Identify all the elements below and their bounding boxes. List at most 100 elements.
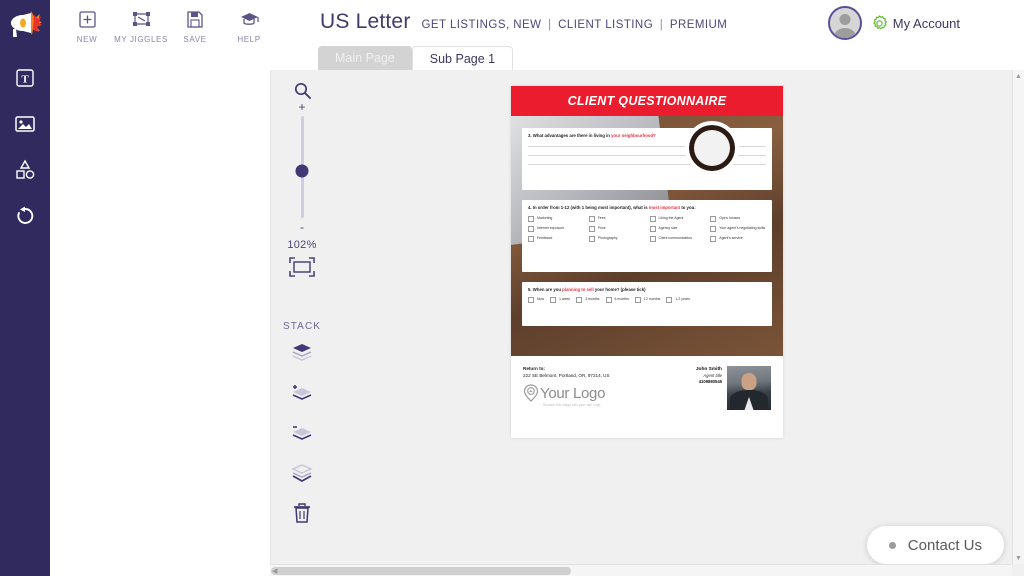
checkbox-label: Price bbox=[597, 226, 606, 231]
checkbox[interactable] bbox=[634, 297, 641, 304]
checkbox-label: Agency size bbox=[658, 226, 678, 231]
transform-icon bbox=[132, 8, 151, 30]
delete-button[interactable] bbox=[290, 502, 314, 524]
checkbox-item[interactable]: 3 months bbox=[576, 297, 600, 304]
account-label: My Account bbox=[892, 15, 960, 31]
undo-arrow-icon bbox=[17, 206, 34, 224]
checkbox[interactable] bbox=[588, 236, 595, 243]
checkbox[interactable] bbox=[588, 226, 595, 233]
checkbox-item[interactable]: Price bbox=[588, 226, 645, 233]
checkbox[interactable] bbox=[710, 236, 717, 243]
checkbox-item[interactable]: 6 months bbox=[605, 297, 629, 304]
breadcrumb-item-get-listings[interactable]: GET LISTINGS, NEW bbox=[422, 19, 542, 31]
bring-forward-button[interactable] bbox=[290, 382, 314, 404]
breadcrumb-separator: | bbox=[659, 19, 664, 31]
checkbox[interactable] bbox=[649, 216, 656, 223]
send-backward-button[interactable] bbox=[290, 422, 314, 444]
my-jiggles-button[interactable]: MY JIGGLES bbox=[114, 4, 168, 44]
question-3-card[interactable]: 3. What advantages are there in living i… bbox=[522, 128, 772, 190]
tab-sub-page-1[interactable]: Sub Page 1 bbox=[411, 46, 514, 70]
checkbox-label: 6 months bbox=[614, 297, 629, 302]
question-3-highlight: your neighbourhood? bbox=[611, 133, 656, 138]
save-button[interactable]: SAVE bbox=[168, 4, 222, 44]
scroll-up-arrow-icon[interactable]: ▲ bbox=[1013, 70, 1024, 82]
checkbox-item[interactable]: Agency size bbox=[649, 226, 706, 233]
zoom-out-button[interactable]: - bbox=[278, 221, 326, 233]
plus-square-icon bbox=[78, 8, 96, 30]
contact-us-label: Contact Us bbox=[907, 536, 982, 554]
horizontal-scrollbar[interactable]: ◀ bbox=[270, 564, 1012, 576]
checkbox-item[interactable]: Open houses bbox=[710, 216, 766, 223]
agent-headshot[interactable] bbox=[727, 366, 771, 410]
document-canvas[interactable]: CLIENT QUESTIONNAIRE 3. What advantages … bbox=[511, 86, 783, 438]
checkbox-label: Feedback bbox=[537, 236, 553, 241]
checkbox-item[interactable]: Feedback bbox=[528, 236, 584, 243]
new-button[interactable]: NEW bbox=[60, 4, 114, 44]
question-4-text: 4. In order from 1-12 (with 1 being most… bbox=[528, 205, 766, 210]
checkbox-item[interactable]: Photography bbox=[588, 236, 645, 243]
checkbox-label: Internet exposure bbox=[537, 226, 565, 231]
logo-text: Your Logo bbox=[540, 384, 606, 402]
checkbox-item[interactable]: 1-2 years bbox=[666, 297, 690, 304]
question-3-number: 3. bbox=[528, 133, 532, 138]
horizontal-scrollbar-thumb[interactable] bbox=[271, 567, 571, 575]
checkbox-item[interactable]: Fees bbox=[588, 216, 645, 223]
layers-down-icon bbox=[292, 426, 312, 440]
checkbox[interactable] bbox=[710, 226, 717, 233]
contact-us-widget[interactable]: Contact Us bbox=[866, 526, 1004, 564]
checkbox-item[interactable]: Client communication bbox=[649, 236, 706, 243]
zoom-panel: + - 102% STACK bbox=[278, 82, 326, 524]
checkbox[interactable] bbox=[649, 226, 656, 233]
question-4-highlight: most important bbox=[648, 205, 681, 210]
checkbox[interactable] bbox=[528, 216, 534, 223]
checkbox[interactable] bbox=[528, 297, 534, 304]
breadcrumb-item-premium[interactable]: PREMIUM bbox=[670, 19, 727, 31]
checkbox[interactable] bbox=[649, 236, 656, 243]
image-tool[interactable] bbox=[12, 111, 38, 137]
tab-main-page[interactable]: Main Page bbox=[318, 46, 412, 70]
hero-photo[interactable]: 3. What advantages are there in living i… bbox=[511, 116, 783, 356]
fit-to-screen-button[interactable] bbox=[289, 257, 315, 277]
search-icon[interactable] bbox=[278, 82, 326, 99]
app-logo[interactable] bbox=[0, 0, 50, 48]
checkbox[interactable] bbox=[588, 216, 595, 223]
checkbox-item[interactable]: 12 months bbox=[634, 297, 661, 304]
text-tool[interactable]: T bbox=[12, 65, 38, 91]
checkbox-label: 12 months bbox=[643, 297, 661, 302]
checkbox-label: Marketing bbox=[537, 216, 553, 221]
scroll-down-arrow-icon[interactable]: ▼ bbox=[1013, 552, 1024, 564]
checkbox-item[interactable]: Now bbox=[528, 297, 544, 304]
shapes-tool[interactable] bbox=[12, 157, 38, 183]
zoom-in-button[interactable]: + bbox=[278, 101, 326, 113]
checkbox[interactable] bbox=[666, 297, 673, 304]
checkbox-item[interactable]: Marketing bbox=[528, 216, 584, 223]
checkbox[interactable] bbox=[605, 297, 612, 304]
checkbox[interactable] bbox=[576, 297, 583, 304]
checkbox-item[interactable]: Agent's service bbox=[710, 236, 766, 243]
document-banner: CLIENT QUESTIONNAIRE bbox=[511, 86, 783, 116]
checkbox[interactable] bbox=[528, 226, 534, 233]
undo-tool[interactable] bbox=[12, 203, 38, 229]
fit-to-screen-icon bbox=[289, 257, 315, 277]
scroll-left-arrow-icon[interactable]: ◀ bbox=[272, 567, 277, 575]
stack-label: STACK bbox=[282, 321, 322, 332]
account-menu[interactable]: My Account bbox=[827, 6, 960, 40]
checkbox-item[interactable]: Liking the Agent bbox=[649, 216, 706, 223]
agent-block[interactable]: John Smith Agent title 4109880545 bbox=[696, 366, 771, 410]
help-button[interactable]: HELP bbox=[222, 4, 276, 44]
question-5-card[interactable]: 5. When are you planning to sell your ho… bbox=[522, 282, 772, 326]
checkbox[interactable] bbox=[528, 236, 534, 243]
vertical-scrollbar[interactable]: ▲ ▼ bbox=[1012, 70, 1024, 564]
checkbox-item[interactable]: 1 week bbox=[550, 297, 570, 304]
checkbox[interactable] bbox=[550, 297, 557, 304]
question-4-card[interactable]: 4. In order from 1-12 (with 1 being most… bbox=[522, 200, 772, 272]
zoom-slider[interactable] bbox=[295, 116, 309, 218]
zoom-slider-knob[interactable] bbox=[295, 164, 309, 178]
breadcrumb-item-client-listing[interactable]: CLIENT LISTING bbox=[558, 19, 653, 31]
checkbox-item[interactable]: Your agent's negotiating skills bbox=[710, 226, 766, 233]
checkbox[interactable] bbox=[710, 216, 717, 223]
bring-to-front-button[interactable] bbox=[290, 342, 314, 364]
checkbox-item[interactable]: Internet exposure bbox=[528, 226, 584, 233]
image-icon bbox=[15, 116, 35, 132]
send-to-back-button[interactable] bbox=[290, 462, 314, 484]
